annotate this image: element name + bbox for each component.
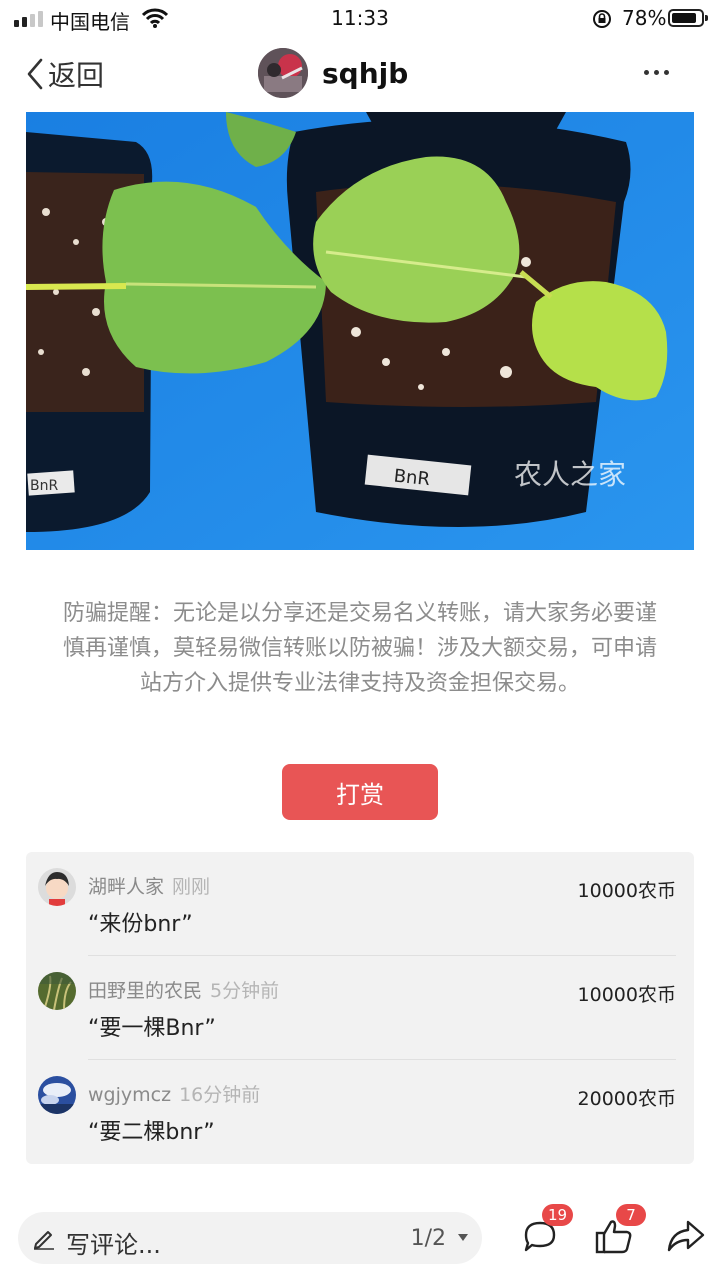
tip-username[interactable]: 田野里的农民	[88, 980, 202, 1002]
status-bar: 中国电信 11:33 78%	[0, 0, 720, 36]
tip-username[interactable]: wgjymcz	[88, 1084, 171, 1106]
rotation-lock-icon	[593, 10, 611, 28]
caret-down-icon[interactable]	[458, 1234, 468, 1241]
plant-photo: 农人之家 BnR BnR	[26, 112, 694, 550]
pencil-icon	[34, 1231, 54, 1250]
chevron-left-icon	[27, 58, 43, 90]
avatar[interactable]	[38, 868, 76, 906]
author-header[interactable]: sqhjb	[258, 48, 408, 98]
tip-amount: 20000农币	[577, 1088, 676, 1110]
tip-username[interactable]: 湖畔人家	[88, 876, 164, 898]
share-button[interactable]	[666, 1216, 706, 1260]
comment-count-badge: 19	[542, 1204, 574, 1226]
tip-message: “要一棵Bnr”	[88, 1016, 216, 1041]
tip-time: 16分钟前	[179, 1084, 261, 1106]
tip-message: “来份bnr”	[88, 912, 193, 937]
tip-time: 5分钟前	[210, 980, 280, 1002]
nav-bar: 返回 sqhjb	[0, 40, 720, 106]
clock: 11:33	[331, 6, 389, 30]
watermark-text: 农人之家	[514, 458, 626, 491]
back-button[interactable]: 返回	[26, 54, 104, 94]
pot-label-right: BnR	[393, 466, 431, 491]
share-icon	[667, 1220, 705, 1252]
page-indicator[interactable]: 1/2	[411, 1226, 446, 1251]
like-button[interactable]: 7	[594, 1204, 646, 1260]
comment-button[interactable]: 19	[520, 1204, 574, 1260]
back-label: 返回	[48, 59, 105, 92]
author-avatar[interactable]	[258, 48, 308, 98]
post-photo[interactable]: 农人之家 BnR BnR	[26, 112, 694, 550]
anti-fraud-notice: 防骗提醒：无论是以分享还是交易名义转账，请大家务必要谨慎再谨慎，莫轻易微信转账以…	[62, 601, 657, 696]
battery-percent: 78%	[622, 6, 667, 30]
tip-time: 刚刚	[172, 876, 211, 898]
comment-input[interactable]: 写评论... 1/2	[18, 1212, 482, 1264]
author-name[interactable]: sqhjb	[322, 57, 408, 90]
tip-message: “要二棵bnr”	[88, 1120, 215, 1145]
comment-placeholder: 写评论...	[66, 1231, 161, 1259]
bottom-bar: 写评论... 1/2 19 7	[0, 1200, 720, 1280]
tips-list: 湖畔人家 刚刚 “来份bnr” 10000农币 田野里的农民 5分钟前 “要一棵Bn…	[26, 852, 694, 1164]
tip-amount: 10000农币	[577, 880, 676, 902]
avatar[interactable]	[38, 972, 76, 1010]
like-count-badge: 7	[616, 1204, 646, 1226]
more-options-icon[interactable]	[644, 70, 669, 75]
list-item[interactable]: wgjymcz 16分钟前 “要二棵bnr” 20000农币	[26, 1060, 694, 1164]
pot-label-left: BnR	[30, 478, 58, 494]
list-item[interactable]: 湖畔人家 刚刚 “来份bnr” 10000农币	[26, 852, 694, 956]
tip-amount: 10000农币	[577, 984, 676, 1006]
battery-icon	[668, 9, 708, 27]
list-item[interactable]: 田野里的农民 5分钟前 “要一棵Bnr” 10000农币	[26, 956, 694, 1060]
reward-button[interactable]: 打赏	[282, 764, 438, 820]
avatar[interactable]	[38, 1076, 76, 1114]
